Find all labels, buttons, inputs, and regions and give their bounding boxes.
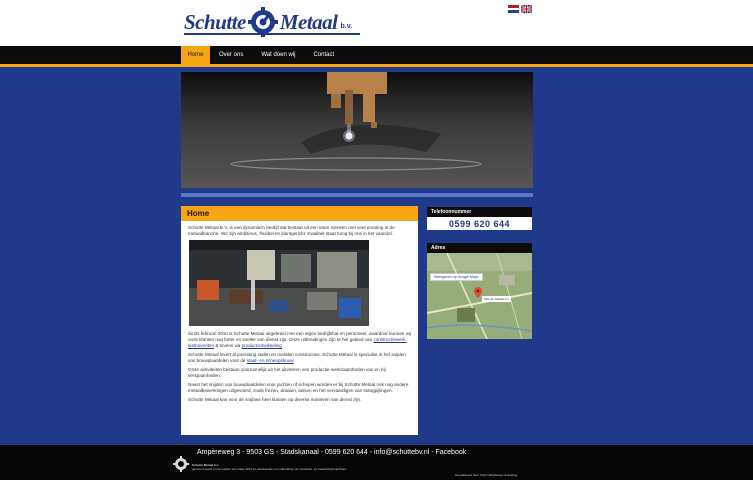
phone-widget: Telefoonnummer 0599 620 644: [427, 207, 532, 230]
phone-number[interactable]: 0599 620 644: [427, 217, 532, 230]
hero-divider: [181, 193, 533, 197]
address-widget-title: Adres: [427, 243, 532, 253]
view-on-google-maps-link[interactable]: Weergeven op Google Maps: [430, 273, 483, 281]
logo-text-left: Schutte: [184, 9, 246, 34]
content-card: Home Schutte Metaal B.V. is een dynamisc…: [181, 206, 418, 435]
link-staal-scheepsbouw[interactable]: staal- en scheepsbouw: [247, 358, 294, 363]
intro-paragraph: Schutte Metaal B.V. is een dynamisch bed…: [188, 225, 395, 236]
logo-underline: [184, 33, 360, 35]
main-navbar: [0, 46, 753, 64]
phone-widget-title: Telefoonnummer: [427, 207, 532, 217]
map-location-label: Schutte Metaal b.v.: [482, 296, 512, 302]
history-paragraph: Sinds februari 2010 is Schutte Metaal ui…: [188, 331, 411, 348]
link-productontwikkeling[interactable]: productontwikkeling: [242, 343, 282, 348]
footer-gear-logo-icon: [173, 456, 189, 472]
main-nav: Home Over ons Wat doen wij Contact: [181, 46, 343, 64]
content-body: Schutte Metaal B.V. is een dynamisch bed…: [181, 221, 418, 410]
dutch-flag-icon[interactable]: [508, 5, 519, 13]
nav-item-over-ons[interactable]: Over ons: [210, 46, 252, 64]
footer-credit[interactable]: Gerealiseerd door Tolpin Webdesign & Hos…: [455, 473, 517, 477]
nav-item-contact[interactable]: Contact: [304, 46, 343, 64]
logo-text-right: Metaal: [279, 9, 338, 34]
language-switcher: [508, 5, 532, 13]
nav-accent-stripe: [0, 64, 753, 67]
hero-image: [181, 72, 533, 188]
content-header: Home: [181, 206, 418, 221]
footer-note-text: gerenommeerd in het snijden van staal. 2…: [192, 467, 347, 471]
site-header: [0, 0, 753, 46]
footer-company-note: Schutte Metaal b.v. gerenommeerd in het …: [192, 463, 392, 471]
activities-paragraph: Onze activiteiten bestaan voornamelijk u…: [188, 367, 386, 378]
plasma-cutter-photo: [181, 72, 533, 188]
location-map[interactable]: Weergeven op Google Maps Schutte Metaal …: [427, 253, 532, 339]
page-title: Home: [187, 209, 210, 218]
specialist-paragraph: Schutte Metaal levert al jarenlang stale…: [188, 352, 406, 363]
logo-suffix: b.v.: [340, 22, 353, 30]
workshop-photo: [189, 240, 369, 326]
services-paragraph: Naast het snijden van bouwplaatdelen voo…: [188, 382, 409, 393]
map-pin-icon: [474, 287, 482, 298]
nav-item-home[interactable]: Home: [181, 46, 210, 64]
uk-flag-icon[interactable]: [521, 5, 532, 13]
footer-contact-line[interactable]: Ampèreweg 3 - 9503 GS - Stadskanaal - 05…: [197, 449, 466, 456]
closing-paragraph: Schutte Metaal kan voor de snijfase heel…: [188, 397, 362, 402]
nav-item-wat-doen-wij[interactable]: Wat doen wij: [252, 46, 304, 64]
address-widget: Adres Weergeven op Google Maps Schutte M…: [427, 243, 532, 339]
